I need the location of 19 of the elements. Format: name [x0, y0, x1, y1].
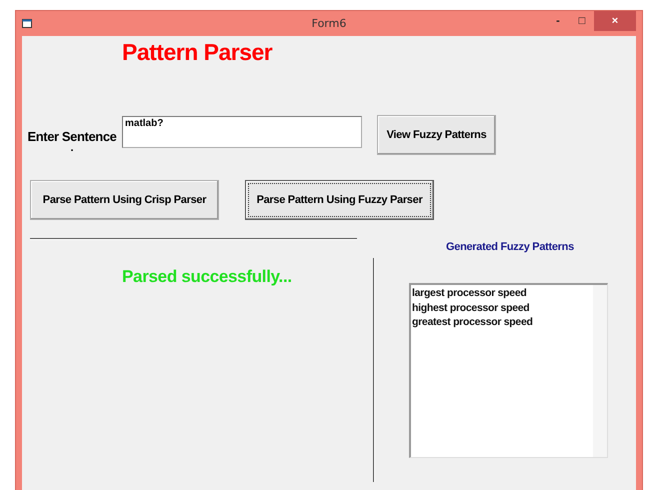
status-message: Parsed successfully...	[122, 267, 293, 287]
close-button[interactable]: ×	[594, 11, 636, 31]
pattern-item: greatest processor speed	[412, 315, 534, 330]
parse-button[interactable]: Parse Pattern Using Crisp Parser	[30, 180, 219, 220]
patterns-list[interactable]: largest processor speed highest processor speed greatest processor speed	[409, 283, 608, 458]
app-icon	[22, 19, 32, 28]
label-dot: .	[70, 144, 74, 152]
view-patterns-button[interactable]: View Fuzzy Patterns	[377, 115, 496, 155]
minimize-button[interactable]: -	[546, 11, 570, 31]
scrollbar[interactable]	[593, 285, 607, 457]
sentence-label: Enter Sentence	[27, 129, 117, 144]
window-title: Form6	[312, 17, 346, 30]
sentence-field[interactable]: matlab?	[122, 116, 362, 148]
form-heading: Pattern Parser	[122, 39, 274, 66]
maximize-button[interactable]: □	[570, 11, 594, 31]
pattern-item: highest processor speed	[412, 300, 530, 315]
patterns-title: Generated Fuzzy Patterns	[446, 241, 575, 253]
pattern-item: largest processor speed	[412, 286, 528, 300]
parse-button[interactable]: Parse Pattern Using Fuzzy Parser	[245, 180, 434, 220]
